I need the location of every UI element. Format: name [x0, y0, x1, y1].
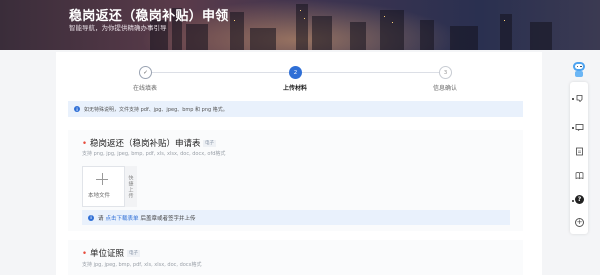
step-1-label: 在线填表	[133, 85, 158, 92]
step-2-indicator: 2	[289, 66, 302, 79]
page-subtitle: 智能导航，为你提供精确办事引导	[69, 24, 167, 32]
required-mark: •	[82, 139, 88, 149]
download-form-link[interactable]: 点击下载表单	[106, 214, 139, 222]
notice-text: 如无特殊说明，文件支持 pdf、jpg、jpeg、bmp 和 png 格式。	[84, 106, 228, 113]
step-1-check-icon: ✓	[139, 66, 152, 79]
help-icon[interactable]: ?	[575, 195, 584, 204]
info-icon: i	[88, 214, 94, 221]
format-hint: 支持 png, jpg, jpeg, bmp, pdf, xls, xlsx, …	[82, 151, 226, 157]
electronic-tag: 电子	[203, 140, 216, 147]
section-unit-license	[68, 240, 523, 275]
download-form-note: i 请 点击下载表单 后盖章或者签字并上传	[82, 210, 510, 225]
local-file-label: 本地文件	[88, 193, 111, 199]
step-3-indicator: 3	[439, 66, 452, 79]
step-3-label: 信息确认	[433, 85, 458, 92]
document-icon[interactable]	[575, 147, 584, 156]
right-toolbar: ? +	[570, 82, 588, 234]
section-title-text: 单位证照	[90, 249, 125, 259]
step-connector	[296, 72, 446, 73]
add-icon[interactable]: +	[575, 218, 584, 227]
header-banner: 稳岗返还（稳岗补贴）申领 智能导航，为你提供精确办事引导	[0, 0, 600, 50]
plus-icon	[96, 173, 108, 185]
guide-book-icon[interactable]	[575, 171, 584, 180]
section-title: • 稳岗返还（稳岗补贴）申请表	[82, 137, 201, 149]
robot-assistant-icon[interactable]	[572, 60, 586, 78]
section-title-text: 稳岗返还（稳岗补贴）申请表	[90, 139, 201, 149]
info-icon: i	[74, 106, 80, 112]
message-icon[interactable]	[575, 123, 584, 132]
format-notice: i 如无特殊说明，文件支持 pdf、jpg、jpeg、bmp 和 png 格式。	[68, 101, 523, 117]
electronic-tag: 电子	[127, 250, 140, 257]
note-suffix: 后盖章或者签字并上传	[140, 215, 196, 222]
format-hint: 支持 jpg, jpeg, bmp, pdf, xls, xlsx, doc, …	[82, 262, 202, 268]
feedback-icon[interactable]	[575, 94, 584, 103]
step-connector	[146, 72, 296, 73]
step-2-label: 上传材料	[283, 85, 308, 92]
required-mark: •	[82, 249, 88, 259]
section-title: • 单位证照	[82, 247, 124, 259]
note-prefix: 请	[98, 215, 104, 222]
quick-upload-button[interactable]: 快捷上传	[124, 166, 137, 207]
